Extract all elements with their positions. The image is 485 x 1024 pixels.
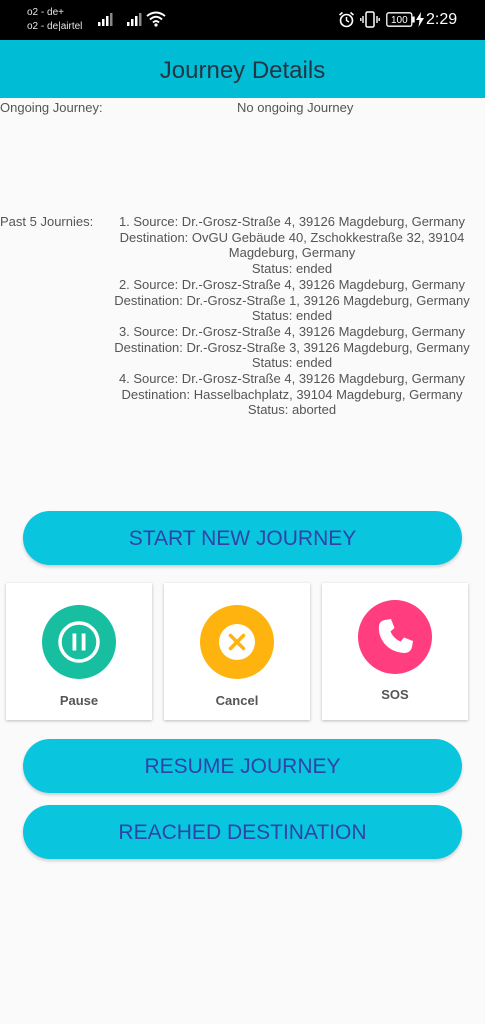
- carrier-info: o2 - de+ o2 - de|airtel: [27, 6, 82, 34]
- app-toolbar: Journey Details: [0, 40, 485, 98]
- journey-status: Status: ended: [251, 355, 333, 371]
- carrier-1: o2 - de+: [27, 7, 64, 18]
- signal-icon: [98, 13, 113, 26]
- journey-status: Status: aborted: [247, 402, 337, 418]
- close-icon: [219, 624, 255, 660]
- cancel-button[interactable]: [200, 605, 274, 679]
- pause-label: Pause: [59, 693, 99, 708]
- sos-card[interactable]: SOS: [322, 583, 468, 720]
- pause-card[interactable]: Pause: [6, 583, 152, 720]
- journey-item: 3. Source: Dr.-Grosz-Straße 4, 39126 Mag…: [108, 324, 476, 371]
- carrier-2: o2 - de|airtel: [27, 21, 83, 32]
- journey-source: 4. Source: Dr.-Grosz-Straße 4, 39126 Mag…: [118, 371, 466, 387]
- journey-status: Status: ended: [251, 308, 333, 324]
- journey-source: 2. Source: Dr.-Grosz-Straße 4, 39126 Mag…: [118, 276, 466, 292]
- resume-journey-button[interactable]: RESUME JOURNEY: [23, 739, 462, 793]
- wifi-icon: [146, 11, 166, 27]
- sos-label: SOS: [381, 687, 409, 702]
- start-new-journey-button[interactable]: START NEW JOURNEY: [23, 511, 462, 565]
- status-time: 2:29: [426, 11, 458, 28]
- cancel-label: Cancel: [215, 693, 259, 708]
- battery-icon: 100: [386, 12, 415, 27]
- journey-destination: Destination: Dr.-Grosz-Straße 3, 39126 M…: [114, 339, 470, 355]
- ongoing-journey-label: Ongoing Journey:: [0, 100, 103, 115]
- pause-icon: [58, 621, 100, 663]
- signal-icon: [127, 13, 142, 26]
- journey-item: 1. Source: Dr.-Grosz-Straße 4, 39126 Mag…: [108, 214, 476, 277]
- journey-status: Status: ended: [251, 261, 333, 277]
- journey-destination: Destination: Hasselbachplatz, 39104 Magd…: [121, 386, 463, 402]
- cancel-card[interactable]: Cancel: [164, 583, 310, 720]
- phone-icon: [378, 619, 413, 653]
- journey-destination: Destination: Dr.-Grosz-Straße 1, 39126 M…: [114, 292, 470, 308]
- ongoing-journey-value: No ongoing Journey: [237, 100, 354, 115]
- journey-source: 1. Source: Dr.-Grosz-Straße 4, 39126 Mag…: [118, 214, 466, 229]
- journey-destination: Destination: OvGU Gebäude 40, Zschokkest…: [119, 229, 465, 261]
- sos-button[interactable]: [358, 600, 432, 674]
- page-title: Journey Details: [159, 57, 326, 84]
- charging-icon: [416, 12, 424, 27]
- battery-level: 100: [391, 15, 408, 26]
- vibrate-icon: [360, 11, 380, 28]
- past-journeys-label: Past 5 Journies:: [0, 214, 94, 229]
- journey-item: 2. Source: Dr.-Grosz-Straße 4, 39126 Mag…: [108, 277, 476, 324]
- status-bar: o2 - de+ o2 - de|airtel 100 2:29: [0, 0, 485, 40]
- journey-item: 4. Source: Dr.-Grosz-Straße 4, 39126 Mag…: [108, 371, 476, 418]
- journey-source: 3. Source: Dr.-Grosz-Straße 4, 39126 Mag…: [118, 323, 466, 339]
- reached-destination-button[interactable]: REACHED DESTINATION: [23, 805, 462, 859]
- alarm-icon: [338, 11, 355, 28]
- pause-button[interactable]: [42, 605, 116, 679]
- past-journeys-list: 1. Source: Dr.-Grosz-Straße 4, 39126 Mag…: [108, 214, 476, 418]
